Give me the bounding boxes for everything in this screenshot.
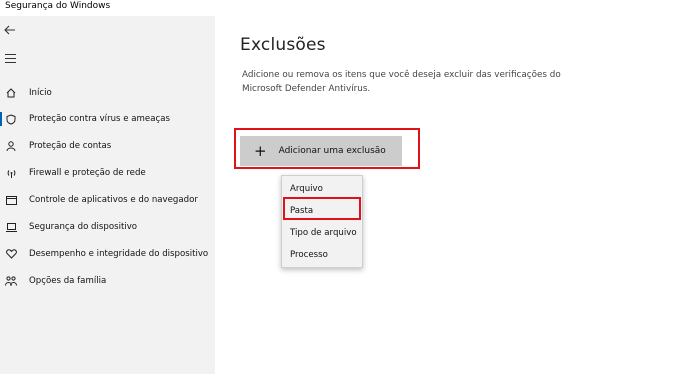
sidebar-item-inicio[interactable]: Início [0,80,215,106]
hamburger-menu-icon[interactable] [5,54,16,66]
sidebar-item-controle-aplicativos[interactable]: Controle de aplicativos e do navegador [0,187,215,213]
back-arrow-icon[interactable] [4,24,16,39]
page-title: Exclusões [240,35,326,55]
sidebar-item-protecao-contas[interactable]: Proteção de contas [0,133,215,159]
sidebar-item-label: Opções da família [29,276,107,286]
wifi-antenna-icon [4,168,18,178]
menu-item-tipo-de-arquivo[interactable]: Tipo de arquivo [282,222,362,244]
pasta-highlight [283,197,361,220]
browser-window-icon [4,195,18,205]
plus-icon: + [254,141,267,160]
sidebar-item-firewall[interactable]: Firewall e proteção de rede [0,160,215,186]
exclusion-type-menu: Arquivo Pasta Tipo de arquivo Processo [281,175,363,268]
sidebar-item-label: Início [29,88,52,98]
sidebar-item-label: Firewall e proteção de rede [29,168,146,178]
sidebar-item-label: Segurança do dispositivo [29,222,138,232]
heart-icon [4,249,18,259]
shield-icon [4,113,18,125]
menu-item-processo[interactable]: Processo [282,244,362,266]
main-content: Exclusões Adicione ou remova os itens qu… [215,16,700,374]
home-icon [4,88,18,98]
family-icon [4,276,18,286]
sidebar-item-label: Proteção de contas [29,141,112,151]
sidebar-item-label: Controle de aplicativos e do navegador [29,195,198,205]
sidebar-item-label: Desempenho e integridade do dispositivo [29,249,209,259]
sidebar-item-seguranca-dispositivo[interactable]: Segurança do dispositivo [0,214,215,240]
sidebar-item-label: Proteção contra vírus e ameaças [29,114,170,124]
add-exclusion-button[interactable]: + Adicionar uma exclusão [240,136,402,166]
page-description: Adicione ou remova os itens que você des… [242,70,561,94]
sidebar: Início Proteção contra vírus e ameaças P… [0,16,215,374]
sidebar-item-desempenho[interactable]: Desempenho e integridade do dispositivo [0,241,215,267]
add-exclusion-label: Adicionar uma exclusão [278,146,386,156]
laptop-icon [4,222,18,232]
window-title: Segurança do Windows [5,1,111,11]
person-icon [4,141,18,151]
sidebar-item-protecao-virus[interactable]: Proteção contra vírus e ameaças [0,106,215,132]
sidebar-item-opcoes-familia[interactable]: Opções da família [0,268,215,294]
